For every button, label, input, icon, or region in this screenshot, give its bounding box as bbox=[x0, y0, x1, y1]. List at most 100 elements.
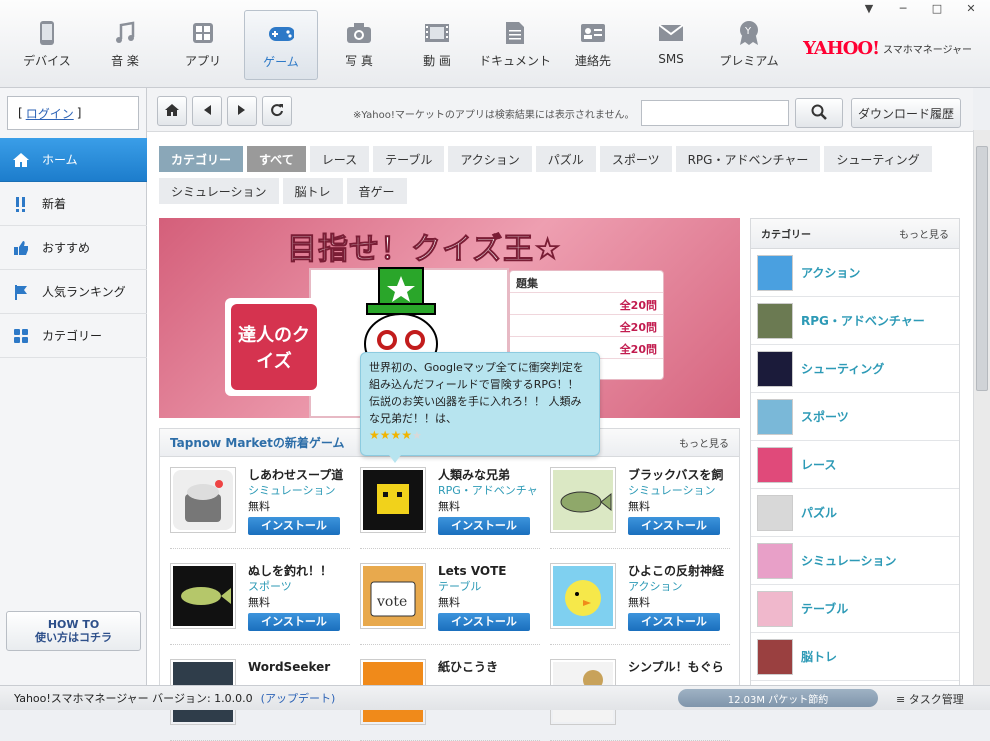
sidebar-item-new[interactable]: 新着 bbox=[0, 182, 147, 226]
apps-icon bbox=[190, 20, 216, 46]
category-chip[interactable]: シューティング bbox=[824, 146, 932, 172]
more-link[interactable]: もっと見る bbox=[679, 435, 729, 450]
nav-documents[interactable]: ドキュメント bbox=[478, 10, 552, 80]
nav-device[interactable]: デバイス bbox=[10, 10, 84, 80]
category-item[interactable]: パズル bbox=[751, 489, 959, 537]
category-item[interactable]: スポーツ bbox=[751, 393, 959, 441]
nav-music[interactable]: 音 楽 bbox=[88, 10, 162, 80]
category-item-label: RPG・アドベンチャー bbox=[801, 314, 925, 328]
category-item[interactable]: レース bbox=[751, 441, 959, 489]
close-button[interactable]: ✕ bbox=[960, 2, 982, 15]
nav-premium[interactable]: Y プレミアム bbox=[712, 10, 786, 80]
app-item[interactable]: vote Lets VOTE テーブル 無料 インストール bbox=[360, 563, 540, 645]
category-item-label: シミュレーション bbox=[801, 554, 897, 568]
banner-line: 全20問 bbox=[510, 315, 663, 337]
app-item[interactable]: ひよこの反射神経 アクション 無料 インストール bbox=[550, 563, 730, 645]
home-button[interactable] bbox=[157, 96, 187, 126]
maximize-button[interactable]: □ bbox=[926, 2, 948, 15]
install-button[interactable]: インストール bbox=[628, 613, 720, 631]
category-item[interactable]: テーブル bbox=[751, 585, 959, 633]
mail-icon bbox=[658, 20, 684, 46]
howto-subtitle: 使い方はコチラ bbox=[35, 631, 112, 644]
download-history-button[interactable]: ダウンロード履歴 bbox=[851, 98, 961, 128]
app-name: Lets VOTE bbox=[438, 564, 507, 578]
category-chip[interactable]: テーブル bbox=[373, 146, 445, 172]
camera-icon bbox=[346, 20, 372, 46]
star-rating-icon: ★★★★ bbox=[369, 428, 413, 442]
vertical-scrollbar[interactable] bbox=[973, 130, 990, 685]
category-chip[interactable]: 脳トレ bbox=[282, 178, 343, 204]
app-item[interactable]: 人類みな兄弟 RPG・アドベンチャ 無料 インストール bbox=[360, 467, 540, 549]
nav-apps[interactable]: アプリ bbox=[166, 10, 240, 80]
app-category[interactable]: スポーツ bbox=[248, 579, 350, 595]
search-input[interactable] bbox=[641, 100, 789, 126]
new-games-panel: Tapnow Marketの新着ゲーム もっと見る しあわせスープ道 シミュレー… bbox=[159, 428, 740, 741]
category-chip-all[interactable]: すべて bbox=[247, 146, 306, 172]
more-link[interactable]: もっと見る bbox=[899, 226, 949, 241]
category-item-label: スポーツ bbox=[801, 410, 849, 424]
app-category[interactable]: テーブル bbox=[438, 579, 540, 595]
app-description-tooltip: 世界初の、Googleマップ全てに衝突判定を組み込んだフィールドで冒険するRPG… bbox=[360, 352, 600, 463]
back-button[interactable] bbox=[192, 96, 222, 126]
category-item-label: 脳トレ bbox=[801, 650, 838, 664]
search-icon bbox=[811, 104, 827, 123]
sidebar-item-category[interactable]: カテゴリー bbox=[0, 314, 147, 358]
category-chip[interactable]: パズル bbox=[535, 146, 596, 172]
category-item[interactable]: 脳トレ bbox=[751, 633, 959, 681]
banner-card-header: 題集 bbox=[510, 271, 663, 293]
app-name: 紙ひこうき bbox=[438, 660, 499, 674]
app-price: 無料 bbox=[248, 500, 270, 513]
install-button[interactable]: インストール bbox=[628, 517, 720, 535]
sidebar-item-ranking[interactable]: 人気ランキング bbox=[0, 270, 147, 314]
flag-icon bbox=[12, 283, 30, 301]
scrollbar-thumb[interactable] bbox=[976, 146, 988, 391]
category-chip[interactable]: スポーツ bbox=[599, 146, 672, 172]
app-item[interactable]: ブラックバスを飼 シミュレーション 無料 インストール bbox=[550, 467, 730, 549]
category-chip[interactable]: レース bbox=[309, 146, 370, 172]
sidebar-item-recommended[interactable]: おすすめ bbox=[0, 226, 147, 270]
howto-button[interactable]: HOW TO 使い方はコチラ bbox=[6, 611, 141, 651]
app-category[interactable]: RPG・アドベンチャ bbox=[438, 483, 540, 499]
app-item[interactable]: ぬしを釣れ！！ スポーツ 無料 インストール bbox=[170, 563, 350, 645]
svg-text:Y: Y bbox=[744, 26, 752, 37]
category-item[interactable]: アクション bbox=[751, 249, 959, 297]
category-item[interactable]: RPG・アドベンチャー bbox=[751, 297, 959, 345]
category-chip[interactable]: アクション bbox=[448, 146, 532, 172]
login-bracket-open: [ bbox=[18, 106, 23, 120]
nav-photos[interactable]: 写 真 bbox=[322, 10, 396, 80]
nav-sms[interactable]: SMS bbox=[634, 10, 708, 80]
login-link[interactable]: ログイン bbox=[26, 105, 74, 122]
task-manager-button[interactable]: ≡ タスク管理 bbox=[896, 691, 964, 707]
app-category[interactable]: アクション bbox=[628, 579, 730, 595]
minimize-to-tray-button[interactable]: ▼ bbox=[858, 2, 880, 15]
category-chip[interactable]: RPG・アドベンチャー bbox=[675, 146, 821, 172]
app-info: Lets VOTE テーブル 無料 インストール bbox=[438, 563, 540, 636]
rpg-icon bbox=[757, 302, 793, 339]
sidebar-item-home[interactable]: ホーム bbox=[0, 138, 147, 182]
install-button[interactable]: インストール bbox=[248, 613, 340, 631]
app-thumbnail bbox=[170, 467, 236, 533]
category-chip[interactable]: シミュレーション bbox=[159, 178, 279, 204]
search-button[interactable] bbox=[795, 98, 843, 128]
category-item[interactable]: シミュレーション bbox=[751, 537, 959, 585]
install-button[interactable]: インストール bbox=[438, 517, 530, 535]
sidebar-item-label: カテゴリー bbox=[42, 329, 103, 343]
race-icon bbox=[757, 446, 793, 483]
nav-games[interactable]: ゲーム bbox=[244, 10, 318, 80]
simulation-icon bbox=[757, 542, 793, 579]
forward-button[interactable] bbox=[227, 96, 257, 126]
app-category[interactable]: シミュレーション bbox=[248, 483, 350, 499]
category-chip[interactable]: 音ゲー bbox=[346, 178, 407, 204]
nav-contacts[interactable]: 連絡先 bbox=[556, 10, 630, 80]
gamepad-icon bbox=[268, 21, 294, 47]
app-item[interactable]: しあわせスープ道 シミュレーション 無料 インストール bbox=[170, 467, 350, 549]
minimize-button[interactable]: ─ bbox=[892, 2, 914, 15]
install-button[interactable]: インストール bbox=[438, 613, 530, 631]
install-button[interactable]: インストール bbox=[248, 517, 340, 535]
reload-button[interactable] bbox=[262, 96, 292, 126]
nav-video[interactable]: 動 画 bbox=[400, 10, 474, 80]
category-item[interactable]: シューティング bbox=[751, 345, 959, 393]
app-category[interactable]: シミュレーション bbox=[628, 483, 730, 499]
app-price: 無料 bbox=[438, 500, 460, 513]
update-link[interactable]: (アップデート) bbox=[261, 690, 336, 706]
